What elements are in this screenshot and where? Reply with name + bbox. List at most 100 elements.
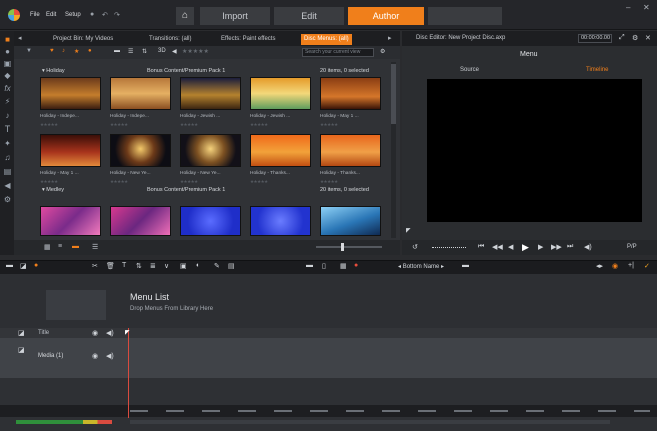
settings-icon[interactable]: ⚙ xyxy=(3,195,12,204)
fullscreen-icon[interactable]: ⤢ xyxy=(619,34,625,42)
menu-thumbnail[interactable] xyxy=(110,134,171,167)
track-audio-icon[interactable]: ◀) xyxy=(106,352,114,360)
menu-nav-icon[interactable]: ▬ xyxy=(462,262,469,269)
pin-icon[interactable]: ▸ xyxy=(388,34,392,42)
trash-icon[interactable]: 🗑 xyxy=(106,262,115,270)
zoom-in-icon[interactable]: +| xyxy=(628,262,634,269)
sound-icon[interactable]: ◀ xyxy=(3,181,12,190)
bottom-name-selector[interactable]: ◂ Bottom Name ▸ xyxy=(398,263,444,270)
library-scroll-thumb[interactable] xyxy=(391,64,396,124)
tab-timeline[interactable]: Timeline xyxy=(586,67,608,73)
video-icon[interactable]: ● xyxy=(3,47,12,56)
menu-setup[interactable]: Setup xyxy=(65,12,81,18)
tab-disc-menus[interactable]: Disc Menus: (all) xyxy=(301,34,352,45)
rating-stars[interactable]: ★★★★★ xyxy=(180,179,198,185)
menu-file[interactable]: File xyxy=(30,12,40,18)
hint-icon[interactable]: ✓ xyxy=(644,262,650,270)
timeline-scrollbar[interactable] xyxy=(130,420,610,424)
rating-stars[interactable]: ★★★★★ xyxy=(110,122,128,128)
audio-icon[interactable]: ♫ xyxy=(3,153,12,162)
media-track[interactable] xyxy=(0,338,657,378)
track-lock-icon[interactable]: ◪ xyxy=(18,329,25,337)
track-audio-icon[interactable]: ◀) xyxy=(106,329,114,337)
menu-thumbnail[interactable] xyxy=(180,134,241,167)
shuttle-scrubber[interactable] xyxy=(432,247,466,248)
group-name-holiday[interactable]: ▾ Holiday xyxy=(42,67,65,76)
home-button[interactable]: ⌂ xyxy=(176,7,194,25)
fit-icon[interactable]: ◂▸ xyxy=(596,262,603,270)
menu-thumbnail[interactable] xyxy=(40,134,101,167)
music-icon[interactable]: ♪ xyxy=(3,111,12,120)
tab-author[interactable]: Author xyxy=(348,7,424,25)
menu-thumbnail[interactable] xyxy=(40,77,101,110)
speaker-icon[interactable]: ◀ xyxy=(172,48,177,55)
menu-link-icon[interactable]: ≣ xyxy=(150,262,156,270)
redo-icon[interactable]: ↷ xyxy=(114,11,120,19)
montage-icon[interactable]: ✦ xyxy=(3,139,12,148)
title-icon[interactable]: T xyxy=(3,125,12,134)
tab-edit[interactable]: Edit xyxy=(274,7,344,25)
color-icon[interactable]: ● xyxy=(88,48,92,54)
track-visibility-icon[interactable]: ◉ xyxy=(92,329,98,337)
frame-forward-icon[interactable]: ▶ xyxy=(538,243,543,251)
title-tool-icon[interactable]: T xyxy=(122,262,126,269)
library-view-icon[interactable]: ▦ xyxy=(44,243,51,251)
settings-icon[interactable]: ⚙ xyxy=(632,34,638,42)
return-icon[interactable]: ∨ xyxy=(164,262,169,270)
tab-source[interactable]: Source xyxy=(460,67,479,73)
transition-icon[interactable]: ⚡ xyxy=(3,97,12,106)
disc-menu-icon[interactable]: ▤ xyxy=(3,167,12,176)
track-lock-icon[interactable]: ◪ xyxy=(18,346,25,354)
rating-stars[interactable]: ★★★★★ xyxy=(250,122,268,128)
marker-icon[interactable]: ● xyxy=(34,262,38,269)
record-icon[interactable]: ● xyxy=(354,262,358,269)
snapshot-icon[interactable]: ▬ xyxy=(306,262,313,269)
timecode-display[interactable]: 00:00:00.00 xyxy=(578,34,612,43)
mixer-icon[interactable]: ▤ xyxy=(228,262,235,270)
folder-icon[interactable]: ▬ xyxy=(114,48,120,54)
rating-filter[interactable]: ★★★★★ xyxy=(182,48,209,55)
photo-icon[interactable]: ▣ xyxy=(3,59,12,68)
chapter-icon[interactable]: ⇅ xyxy=(136,262,142,270)
list-view-icon[interactable]: ☰ xyxy=(128,48,133,55)
star-icon[interactable]: ★ xyxy=(74,48,79,55)
menu-thumbnail[interactable] xyxy=(250,134,311,167)
menu-edit[interactable]: Edit xyxy=(46,12,56,18)
pip-toggle[interactable]: P/P xyxy=(627,244,637,250)
music-note-icon[interactable]: ♪ xyxy=(62,48,65,54)
zoom-slider[interactable] xyxy=(316,246,382,248)
menu-thumbnail[interactable] xyxy=(40,206,101,236)
search-settings-icon[interactable]: ⚙ xyxy=(380,48,385,55)
filter-icon[interactable]: ▼ xyxy=(26,48,32,54)
menu-thumbnail[interactable] xyxy=(180,206,241,236)
group-name-medley[interactable]: ▾ Medley xyxy=(42,186,64,195)
back-icon[interactable]: ◂ xyxy=(18,34,22,42)
minimize-icon[interactable]: – xyxy=(626,3,630,12)
menu-thumbnail[interactable] xyxy=(110,77,171,110)
magnet-icon[interactable]: ◉ xyxy=(612,262,618,270)
razor-icon[interactable]: ✂ xyxy=(92,262,98,270)
library-details-icon[interactable]: ≡ xyxy=(58,243,62,250)
go-to-start-icon[interactable]: ⏮ xyxy=(478,243,484,251)
undo-icon[interactable]: ↶ xyxy=(102,11,108,19)
loop-icon[interactable]: ↺ xyxy=(412,243,418,251)
rating-stars[interactable]: ★★★★★ xyxy=(180,122,198,128)
close-icon[interactable]: ✕ xyxy=(643,3,650,12)
timeline-settings-icon[interactable]: ▬ xyxy=(6,262,13,269)
step-back-icon[interactable]: ◀◀ xyxy=(492,243,503,251)
search-input[interactable]: Search your current view xyxy=(302,48,374,57)
rating-stars[interactable]: ★★★★★ xyxy=(40,122,58,128)
stereo-3d-button[interactable]: 3D xyxy=(158,48,166,54)
menu-list-drop-zone[interactable] xyxy=(46,290,106,320)
frame-back-icon[interactable]: ◀ xyxy=(508,243,513,251)
rating-stars[interactable]: ★★★★★ xyxy=(250,179,268,185)
playhead[interactable] xyxy=(128,328,129,418)
sort-icon[interactable]: ⇅ xyxy=(142,48,147,55)
library-icon[interactable]: ■ xyxy=(3,35,12,44)
tab-effects[interactable]: Effects: Paint effects xyxy=(218,34,278,45)
tab-import[interactable]: Import xyxy=(200,7,270,25)
library-size-icon[interactable]: ▬ xyxy=(72,243,79,250)
camera-snap-icon[interactable]: ▣ xyxy=(180,262,187,270)
go-to-end-icon[interactable]: ⏭ xyxy=(567,243,573,251)
menu-thumbnail[interactable] xyxy=(250,206,311,236)
